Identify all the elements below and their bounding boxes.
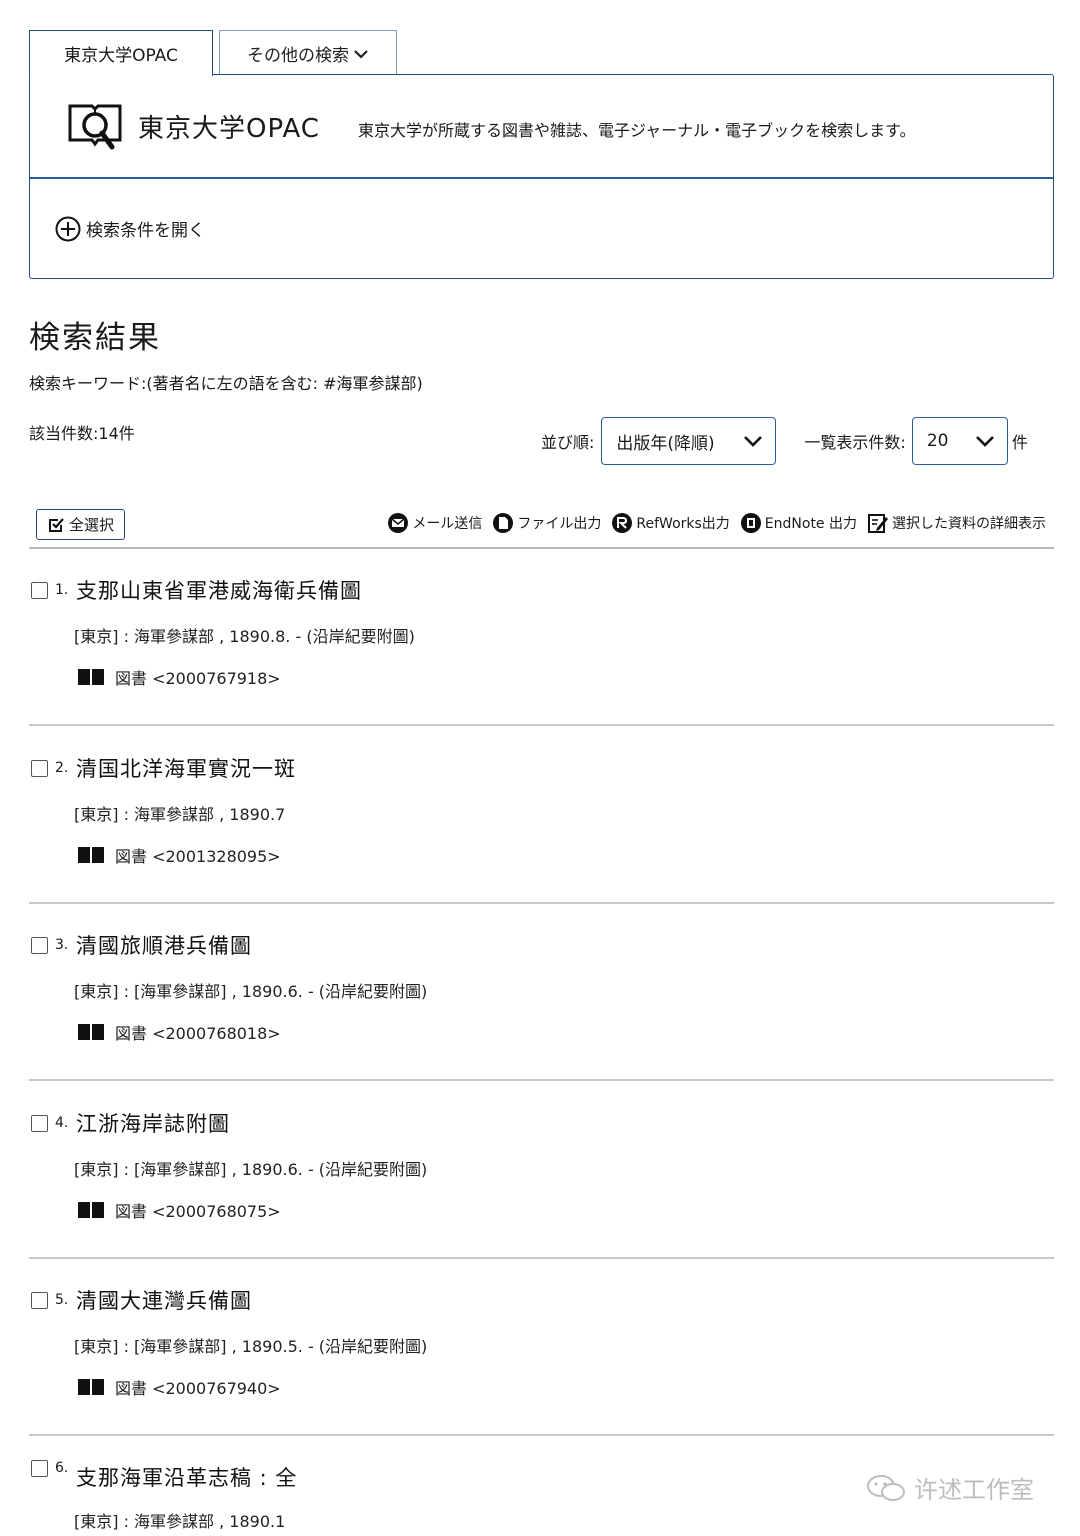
watermark: 许述工作室 [866,1470,1034,1505]
item-title[interactable]: 清国北洋海軍實況一斑 [76,753,296,783]
select-all-button[interactable]: 全選択 [36,509,125,540]
select-all-label: 全選択 [68,516,114,534]
item-publication: [東京] : 海軍參謀部 , 1890.7 [74,805,286,824]
chevron-down-icon [744,436,763,447]
book-icon [78,669,104,685]
sort-label: 並び順: [541,433,595,452]
per-page-label: 一覧表示件数: [804,433,906,452]
detail-view-label: 選択した資料の詳細表示 [892,516,1046,532]
refworks-label: RefWorks出力 [636,516,730,532]
item-publication: [東京] : [海軍參謀部] , 1890.6. - (沿岸紀要附圖) [74,1160,428,1179]
item-publication: [東京] : 海軍參謀部 , 1890.1 [74,1512,286,1531]
per-page-unit: 件 [1011,433,1028,452]
edit-document-icon [868,514,888,533]
toolbar-divider [29,547,1054,549]
item-title[interactable]: 支那海軍沿革志稿 : 全 [76,1462,297,1492]
endnote-export-button[interactable]: EndNote 出力 [740,512,857,534]
item-type: 図書 <2000767940> [77,1375,281,1399]
sort-controls: 並び順: 出版年(降順) 一覧表示件数: 20 件 [541,417,1028,465]
detail-view-button[interactable]: 選択した資料の詳細表示 [867,512,1046,534]
mail-label: メール送信 [412,516,483,532]
item-checkbox[interactable] [31,1460,48,1477]
result-toolbar: メール送信 ファイル出力 RefWorks出力 EndNote 出力 選択した資… [377,512,1046,534]
book-icon [78,847,104,863]
item-divider [29,1079,1054,1081]
panel-header: 東京大学OPAC 東京大学が所蔵する図書や雑誌、電子ジャーナル・電子ブックを検索… [30,75,1053,179]
item-title[interactable]: 江浙海岸誌附圖 [76,1108,230,1138]
item-type-label: 図書 <2001328095> [115,847,281,866]
item-number: 6. [55,1460,69,1476]
per-page-value: 20 [926,431,949,451]
file-export-label: ファイル出力 [517,516,602,532]
open-conditions-label: 検索条件を開く [86,221,205,241]
item-publication: [東京] : [海軍參謀部] , 1890.6. - (沿岸紀要附圖) [74,982,428,1001]
item-publication: [東京] : 海軍參謀部 , 1890.8. - (沿岸紀要附圖) [74,627,415,646]
sort-select[interactable]: 出版年(降順) [601,417,777,465]
opac-panel: 東京大学OPAC 東京大学が所蔵する図書や雑誌、電子ジャーナル・電子ブックを検索… [29,74,1054,279]
per-page-select[interactable]: 20 [911,417,1008,465]
item-number: 2. [55,760,69,776]
sort-value: 出版年(降順) [616,433,715,454]
watermark-label: 许述工作室 [914,1476,1034,1504]
item-divider [29,902,1054,904]
item-type: 図書 <2000768018> [77,1020,281,1044]
plus-circle-icon [55,216,81,241]
tab-other-search[interactable]: その他の検索 [219,30,397,76]
panel-title: 東京大学OPAC [138,113,320,144]
wechat-icon [867,1474,905,1501]
item-checkbox[interactable] [31,937,48,954]
book-search-icon [68,104,122,150]
item-title[interactable]: 支那山東省軍港威海衛兵備圖 [76,575,362,605]
item-type-label: 図書 <2000767918> [115,669,281,688]
search-keyword: 検索キーワード:(著者名に左の語を含む: #海軍参謀部) [29,374,423,393]
mail-button[interactable]: メール送信 [387,512,482,534]
mail-icon [388,513,409,533]
tab-other-label: その他の検索 [247,46,349,66]
item-type: 図書 <2000767918> [77,665,281,689]
refworks-export-button[interactable]: RefWorks出力 [611,512,730,534]
item-type: 図書 <2001328095> [77,843,281,867]
item-number: 5. [55,1292,69,1308]
item-divider [29,724,1054,726]
item-divider [29,1257,1054,1259]
chevron-down-icon [975,436,994,447]
endnote-icon [740,513,761,533]
tab-opac[interactable]: 東京大学OPAC [29,30,213,78]
results-heading: 検索結果 [29,320,161,356]
item-type: 図書 <2000768075> [77,1198,281,1222]
item-checkbox[interactable] [31,760,48,777]
item-checkbox[interactable] [31,1292,48,1309]
item-checkbox[interactable] [31,1115,48,1132]
book-icon [78,1379,104,1395]
item-number: 3. [55,937,69,953]
book-icon [78,1202,104,1218]
refworks-icon [612,513,633,533]
file-export-button[interactable]: ファイル出力 [492,512,601,534]
item-publication: [東京] : [海軍參謀部] , 1890.5. - (沿岸紀要附圖) [74,1337,428,1356]
item-type-label: 図書 <2000768075> [115,1202,281,1221]
chevron-down-icon [354,49,368,59]
item-type-label: 図書 <2000768018> [115,1024,281,1043]
panel-body: 検索条件を開く [30,179,1053,278]
item-title[interactable]: 清國旅順港兵備圖 [76,930,252,960]
tab-opac-label: 東京大学OPAC [64,46,178,66]
item-number: 1. [55,582,69,598]
file-icon [493,513,514,533]
panel-description: 東京大学が所蔵する図書や雑誌、電子ジャーナル・電子ブックを検索します。 [357,121,916,140]
item-title[interactable]: 清國大連灣兵備圖 [76,1285,252,1315]
endnote-label: EndNote 出力 [764,516,857,532]
result-count: 該当件数:14件 [29,424,135,443]
item-checkbox[interactable] [31,582,48,599]
check-square-icon [48,517,64,532]
open-search-conditions-button[interactable]: 検索条件を開く [54,215,205,243]
item-divider [29,1434,1054,1436]
book-icon [78,1024,104,1040]
item-type-label: 図書 <2000767940> [115,1379,281,1398]
item-number: 4. [55,1115,69,1131]
search-tabs: 東京大学OPAC その他の検索 [29,30,397,78]
